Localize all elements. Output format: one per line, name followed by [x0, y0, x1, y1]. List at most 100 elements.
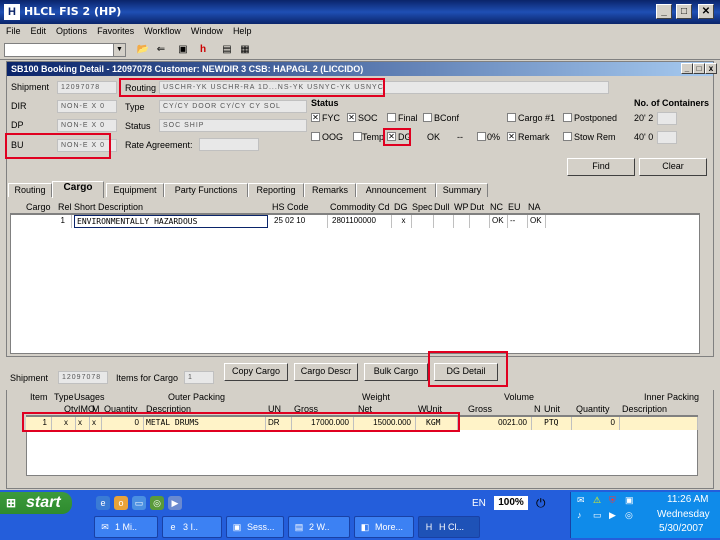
function-combo[interactable]: ▼: [4, 43, 126, 57]
cargo-descr-button[interactable]: Cargo Descr: [294, 363, 358, 381]
col-inner-description[interactable]: Description: [622, 403, 667, 415]
vol-gross-cell[interactable]: 0021.00: [466, 417, 532, 430]
chevron-down-icon[interactable]: ▼: [113, 44, 125, 56]
task-ie[interactable]: e 3 I..: [162, 516, 222, 538]
print-icon[interactable]: ▦: [238, 43, 252, 57]
desktop-icon[interactable]: ▭: [132, 496, 146, 510]
help-icon[interactable]: h: [196, 43, 210, 57]
clock-day[interactable]: Wednesday: [657, 509, 710, 520]
tray-app-icon[interactable]: ◎: [625, 510, 633, 521]
tray-volume-icon[interactable]: ♪: [577, 510, 582, 520]
col-commodity-cd[interactable]: Commodity Cd: [330, 201, 390, 213]
rate-agreement-field[interactable]: [199, 138, 259, 151]
start-button[interactable]: ⊞ start: [0, 492, 72, 514]
tab-remarks[interactable]: Remarks: [304, 183, 356, 197]
cargo-grid-body[interactable]: [10, 214, 700, 354]
vol-unit-cell[interactable]: PTQ: [542, 417, 572, 430]
wp-cell[interactable]: [454, 215, 470, 228]
tray-warning-icon[interactable]: ⚠: [593, 495, 601, 506]
find-button[interactable]: Find: [567, 158, 635, 176]
task-mail[interactable]: ✉ 1 Mi..: [94, 516, 158, 538]
clear-button[interactable]: Clear: [639, 158, 707, 176]
open-icon[interactable]: 📂: [136, 43, 150, 57]
menu-edit[interactable]: Edit: [25, 24, 51, 36]
final-checkbox[interactable]: [387, 113, 396, 122]
task-word[interactable]: ▤ 2 W..: [288, 516, 350, 538]
menu-workflow[interactable]: Workflow: [138, 24, 185, 36]
copy-cargo-button[interactable]: Copy Cargo: [224, 363, 288, 381]
tray-display-icon[interactable]: ▭: [593, 510, 602, 521]
language-indicator[interactable]: EN: [472, 498, 486, 509]
task-session[interactable]: ▣ Sess...: [226, 516, 284, 538]
tab-cargo[interactable]: Cargo: [52, 181, 104, 198]
zoom-indicator[interactable]: 100%: [494, 496, 528, 510]
inner-maximize-button[interactable]: □: [693, 63, 705, 74]
tab-reporting[interactable]: Reporting: [248, 183, 304, 197]
type-field[interactable]: CY/CY DOOR CY/CY CY SOL: [159, 100, 307, 113]
menu-favorites[interactable]: Favorites: [91, 24, 138, 36]
inner-title-bar[interactable]: SB100 Booking Detail - 12097078 Customer…: [7, 62, 717, 76]
nc-cell[interactable]: OK: [490, 215, 508, 228]
tray-security-icon[interactable]: ⛨: [609, 495, 616, 506]
minimize-button[interactable]: _: [656, 4, 672, 19]
bulk-cargo-button[interactable]: Bulk Cargo: [364, 363, 428, 381]
lower-shipment-field[interactable]: 12097078: [58, 371, 108, 384]
cargo1-checkbox[interactable]: [507, 113, 516, 122]
spec-cell[interactable]: [412, 215, 434, 228]
status-field[interactable]: SOC SHIP: [159, 119, 307, 132]
temp-checkbox[interactable]: [353, 132, 362, 141]
clock-date[interactable]: 5/30/2007: [659, 523, 704, 534]
count-40ft-field[interactable]: [657, 131, 677, 144]
cargo-cell[interactable]: 1: [10, 215, 72, 228]
dp-field[interactable]: NON-E X 0: [57, 119, 117, 132]
outlook-icon[interactable]: o: [114, 496, 128, 510]
col-short-description[interactable]: Short Description: [74, 201, 143, 213]
postponed-checkbox[interactable]: [563, 113, 572, 122]
clock-time[interactable]: 11:26 AM: [667, 494, 709, 505]
inner-quantity-cell[interactable]: 0: [574, 417, 620, 430]
col-spec[interactable]: Spec: [412, 201, 433, 213]
eu-cell[interactable]: --: [508, 215, 528, 228]
maximize-button[interactable]: □: [676, 4, 692, 19]
count-20ft-field[interactable]: [657, 112, 677, 125]
hs-code-cell[interactable]: 25 02 10: [272, 215, 328, 228]
col-dull[interactable]: Dull: [434, 201, 450, 213]
fyc-checkbox[interactable]: ✕: [311, 113, 320, 122]
col-rel[interactable]: Rel: [58, 201, 72, 213]
table-row[interactable]: 1 ENVIRONMENTALLY HAZARDOUS 25 02 10 280…: [10, 215, 700, 228]
ie-icon[interactable]: e: [96, 496, 110, 510]
short-description-cell[interactable]: ENVIRONMENTALLY HAZARDOUS: [74, 215, 268, 228]
tray-network-icon[interactable]: ▣: [625, 495, 634, 506]
na-cell[interactable]: OK: [528, 215, 546, 228]
col-eu[interactable]: EU: [508, 201, 521, 213]
menu-file[interactable]: File: [0, 24, 25, 36]
col-vol-gross[interactable]: Gross: [468, 403, 492, 415]
col-inner-quantity[interactable]: Quantity: [576, 403, 610, 415]
col-vol-unit[interactable]: Unit: [544, 403, 560, 415]
col-cargo[interactable]: Cargo: [26, 201, 51, 213]
menu-help[interactable]: Help: [227, 24, 256, 36]
dir-field[interactable]: NON-E X 0: [57, 100, 117, 113]
col-nc[interactable]: NC: [490, 201, 503, 213]
col-na[interactable]: NA: [528, 201, 541, 213]
bconf-checkbox[interactable]: [423, 113, 432, 122]
shipment-field[interactable]: 12097078: [57, 81, 117, 94]
col-wp[interactable]: WP: [454, 201, 469, 213]
remark-checkbox[interactable]: ✕: [507, 132, 516, 141]
oog-checkbox[interactable]: [311, 132, 320, 141]
soc-checkbox[interactable]: ✕: [347, 113, 356, 122]
commodity-cell[interactable]: 2801100000: [330, 215, 392, 228]
save-icon[interactable]: ▤: [220, 43, 234, 57]
tab-announcement[interactable]: Announcement: [356, 183, 436, 197]
title-bar[interactable]: H HLCL FIS 2 (HP) _ □ ✕: [0, 0, 720, 24]
new-window-icon[interactable]: ▣: [176, 43, 190, 57]
tab-routing[interactable]: Routing: [8, 183, 52, 197]
tab-party-functions[interactable]: Party Functions: [164, 183, 248, 197]
task-more[interactable]: ◧ More...: [354, 516, 414, 538]
col-dg[interactable]: DG: [394, 201, 408, 213]
col-hs-code[interactable]: HS Code: [272, 201, 309, 213]
menu-options[interactable]: Options: [50, 24, 91, 36]
col-dut[interactable]: Dut: [470, 201, 484, 213]
power-plug-icon[interactable]: ⏻: [536, 496, 546, 511]
task-hlcl[interactable]: H H Cl...: [418, 516, 480, 538]
